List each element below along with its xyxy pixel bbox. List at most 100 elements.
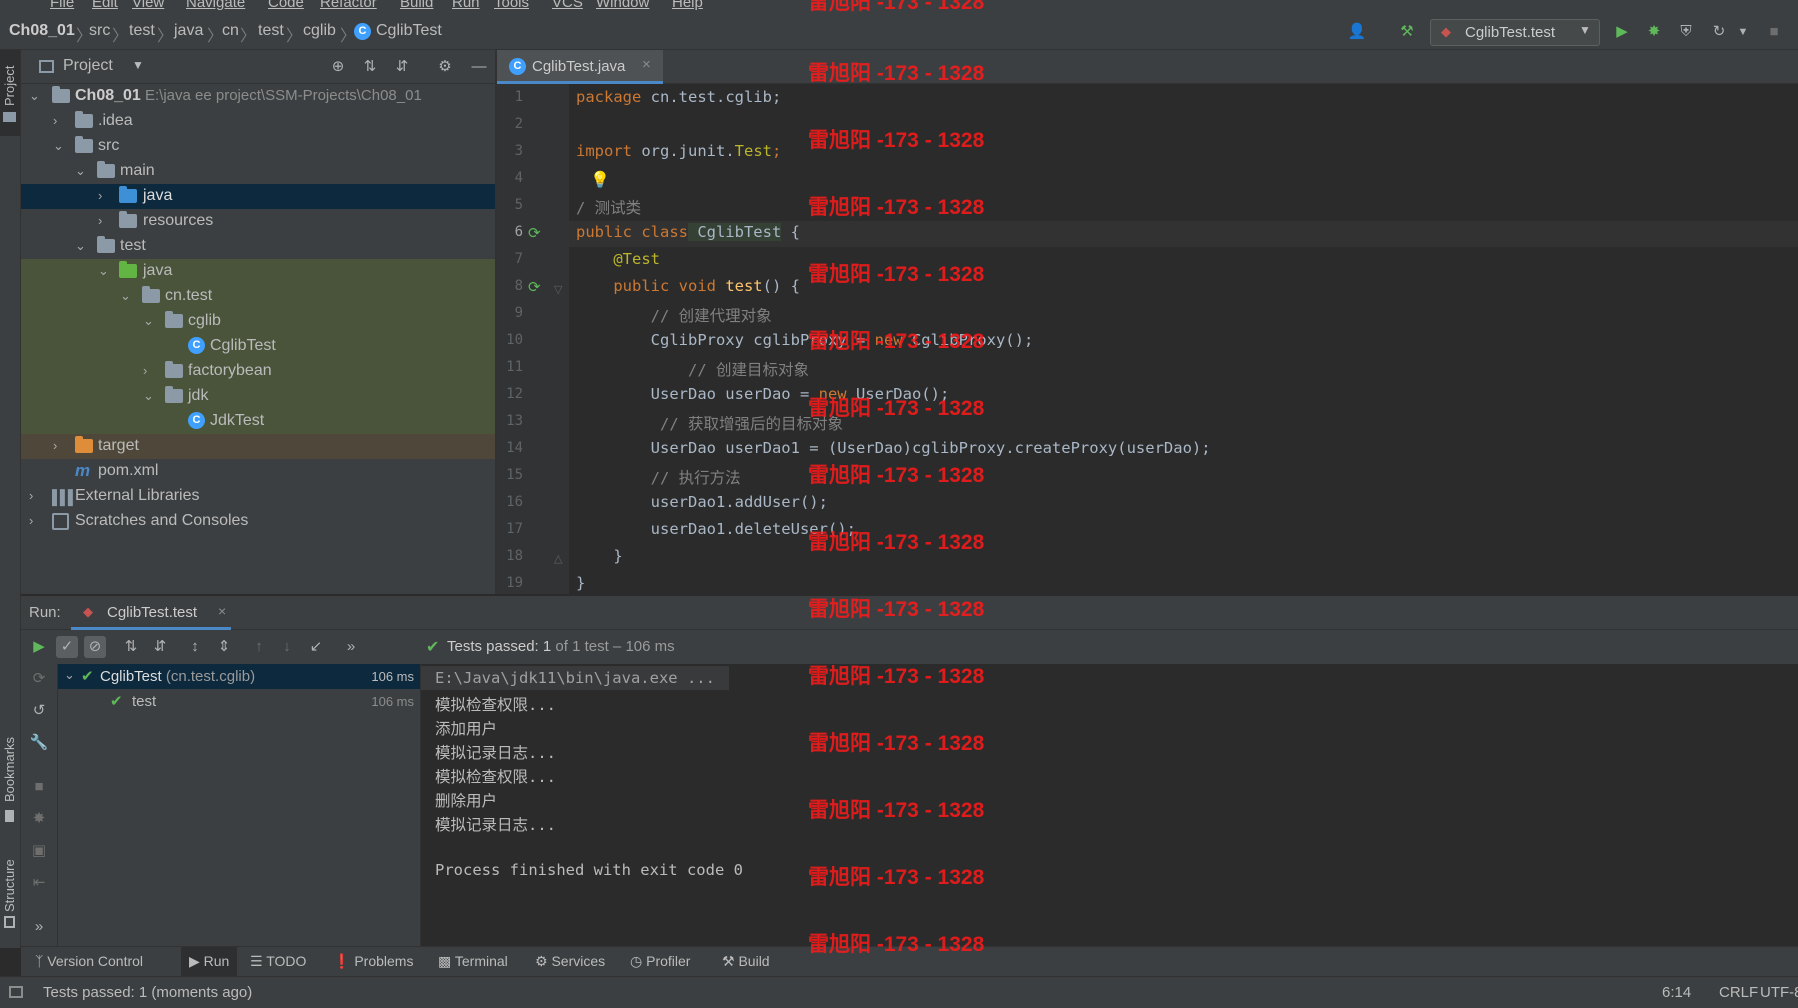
more-icon[interactable]: »	[340, 636, 362, 658]
tool-terminal[interactable]: ▩ Terminal	[438, 953, 508, 970]
lightbulb-icon[interactable]: 💡	[590, 170, 610, 190]
tree-item-jdktest[interactable]: C JdkTest	[21, 409, 495, 434]
menu-build[interactable]: Build	[400, 0, 433, 11]
profile-icon[interactable]: ↻	[1708, 21, 1730, 43]
export-icon[interactable]: ↙	[305, 636, 327, 658]
wrench-icon[interactable]: 🔧	[28, 732, 50, 754]
menu-run[interactable]: Run	[452, 0, 480, 11]
hide-icon[interactable]: —	[468, 56, 490, 78]
tree-item-cglibtest[interactable]: C CglibTest	[21, 334, 495, 359]
expand-all-icon[interactable]: ⇅	[359, 56, 381, 78]
close-icon[interactable]: ×	[642, 56, 651, 73]
menu-file[interactable]: File	[50, 0, 74, 11]
structure-tool-button[interactable]: Structure	[2, 859, 17, 912]
breadcrumb-java[interactable]: java	[174, 22, 203, 40]
tree-item-external-libraries[interactable]: › ▌▌▌ External Libraries	[21, 484, 495, 509]
project-panel-title[interactable]: Project	[63, 57, 113, 75]
run-icon[interactable]: ▶	[1611, 21, 1633, 43]
sort-duration-icon[interactable]: ⇵	[149, 636, 171, 658]
menu-vcs[interactable]: VCS	[552, 0, 583, 11]
menu-tools[interactable]: Tools	[494, 0, 529, 11]
collapse-all-icon[interactable]: ⇵	[391, 56, 413, 78]
tree-item-src[interactable]: ⌄ src	[21, 134, 495, 159]
menu-code[interactable]: Code	[268, 0, 304, 11]
breadcrumb-src[interactable]: src	[89, 22, 110, 40]
tab-cglibtest-java[interactable]: C CglibTest.java ×	[497, 50, 663, 84]
tree-item-scratches[interactable]: › Scratches and Consoles	[21, 509, 495, 534]
breadcrumb-project[interactable]: Ch08_01	[9, 22, 75, 40]
user-icon[interactable]: 👤	[1346, 21, 1368, 43]
menu-refactor[interactable]: Refactor	[320, 0, 377, 11]
hammer-build-icon[interactable]: ⚒	[1396, 21, 1418, 43]
tool-services[interactable]: ⚙ Services	[535, 953, 605, 970]
status-message[interactable]: Tests passed: 1 (moments ago)	[43, 984, 252, 1001]
tool-run[interactable]: ▶ Run	[181, 947, 238, 976]
gear-icon[interactable]: ⚙	[434, 56, 456, 78]
close-icon[interactable]: ×	[218, 603, 226, 619]
chevron-down-icon[interactable]: ▼	[1732, 21, 1754, 43]
tab-cglibtest-run[interactable]: ◆ CglibTest.test ×	[71, 596, 231, 630]
tool-build[interactable]: ⚒ Build	[722, 953, 770, 970]
console-output[interactable]: E:\Java\jdk11\bin\java.exe ... 模拟检查权限...…	[421, 664, 1798, 946]
run-test-gutter-icon[interactable]: ⟳	[528, 224, 541, 242]
tool-todo[interactable]: ☰ TODO	[250, 953, 306, 970]
breadcrumb-current[interactable]: CglibTest	[376, 22, 442, 40]
file-encoding[interactable]: UTF-8	[1760, 984, 1798, 1001]
code-editor[interactable]: 1 2 3 4 5 6 7 8 9 10 11 12 13 14 15 16 1…	[497, 84, 1798, 594]
menu-edit[interactable]: Edit	[92, 0, 118, 11]
show-passed-icon[interactable]: ✓	[56, 636, 78, 658]
tree-item-target[interactable]: › target	[21, 434, 495, 459]
camera-icon[interactable]: ▣	[28, 840, 50, 862]
line-separator[interactable]: CRLF	[1719, 984, 1758, 1001]
tree-item-main-java[interactable]: › java	[21, 184, 495, 209]
tree-item-pom[interactable]: m pom.xml	[21, 459, 495, 484]
test-result-row[interactable]: ✔ test 106 ms	[58, 689, 420, 714]
tree-item-main[interactable]: ⌄ main	[21, 159, 495, 184]
menu-view[interactable]: View	[132, 0, 164, 11]
run-configuration-select[interactable]: ◆ CglibTest.test ▼	[1430, 19, 1600, 46]
caret-position[interactable]: 6:14	[1662, 984, 1691, 1001]
expand-all-icon[interactable]: ↕	[184, 636, 206, 658]
rerun-icon[interactable]: ▶	[28, 636, 50, 658]
chevron-down-icon[interactable]: ▼	[132, 58, 144, 72]
stop-icon[interactable]: ■	[1763, 21, 1785, 43]
bookmarks-tool-button[interactable]: Bookmarks	[2, 737, 17, 802]
menu-window[interactable]: Window	[596, 0, 649, 11]
show-ignored-icon[interactable]: ⊘	[84, 636, 106, 658]
tool-version-control[interactable]: ᛉ Version Control	[35, 953, 143, 969]
locate-icon[interactable]: ⊕	[327, 56, 349, 78]
project-tool-button[interactable]: Project	[0, 50, 20, 136]
run-test-gutter-icon[interactable]: ⟳	[528, 278, 541, 296]
menu-help[interactable]: Help	[672, 0, 703, 11]
menu-navigate[interactable]: Navigate	[186, 0, 245, 11]
coverage-icon[interactable]: ⛨	[1675, 21, 1697, 43]
tree-item-cglib[interactable]: ⌄ cglib	[21, 309, 495, 334]
more-icon[interactable]: »	[28, 916, 50, 938]
stop-icon[interactable]: ■	[28, 776, 50, 798]
tree-item-resources[interactable]: › resources	[21, 209, 495, 234]
tree-item-test-java[interactable]: ⌄ java	[21, 259, 495, 284]
tree-item-idea[interactable]: › .idea	[21, 109, 495, 134]
breadcrumb-test[interactable]: test	[129, 22, 155, 40]
toggle-autotest-icon[interactable]: ↺	[28, 700, 50, 722]
tree-item-factorybean[interactable]: › factorybean	[21, 359, 495, 384]
tree-item-jdk[interactable]: ⌄ jdk	[21, 384, 495, 409]
exit-icon[interactable]: ⇤	[28, 872, 50, 894]
collapse-all-icon[interactable]: ⇕	[213, 636, 235, 658]
test-result-row[interactable]: ⌄ ✔ CglibTest (cn.test.cglib) 106 ms	[58, 664, 420, 689]
rerun-failed-icon[interactable]: ⟳	[28, 668, 50, 690]
tool-profiler[interactable]: ◷ Profiler	[630, 953, 690, 970]
arrow-down-icon[interactable]: ↓	[276, 636, 298, 658]
breadcrumb-cglib[interactable]: cglib	[303, 22, 336, 40]
tree-item-ch08-01[interactable]: ⌄ Ch08_01 E:\java ee project\SSM-Project…	[21, 84, 495, 109]
breadcrumb-cn[interactable]: cn	[222, 22, 239, 40]
debug-icon[interactable]: ✸	[1643, 21, 1665, 43]
layout-icon[interactable]	[9, 986, 23, 998]
debug-icon[interactable]: ✸	[28, 808, 50, 830]
sort-alpha-icon[interactable]: ⇅	[120, 636, 142, 658]
fold-icon[interactable]: ▽	[554, 283, 562, 296]
breadcrumb-test-pkg[interactable]: test	[258, 22, 284, 40]
fold-icon[interactable]: △	[554, 552, 562, 565]
tree-item-test[interactable]: ⌄ test	[21, 234, 495, 259]
arrow-up-icon[interactable]: ↑	[248, 636, 270, 658]
